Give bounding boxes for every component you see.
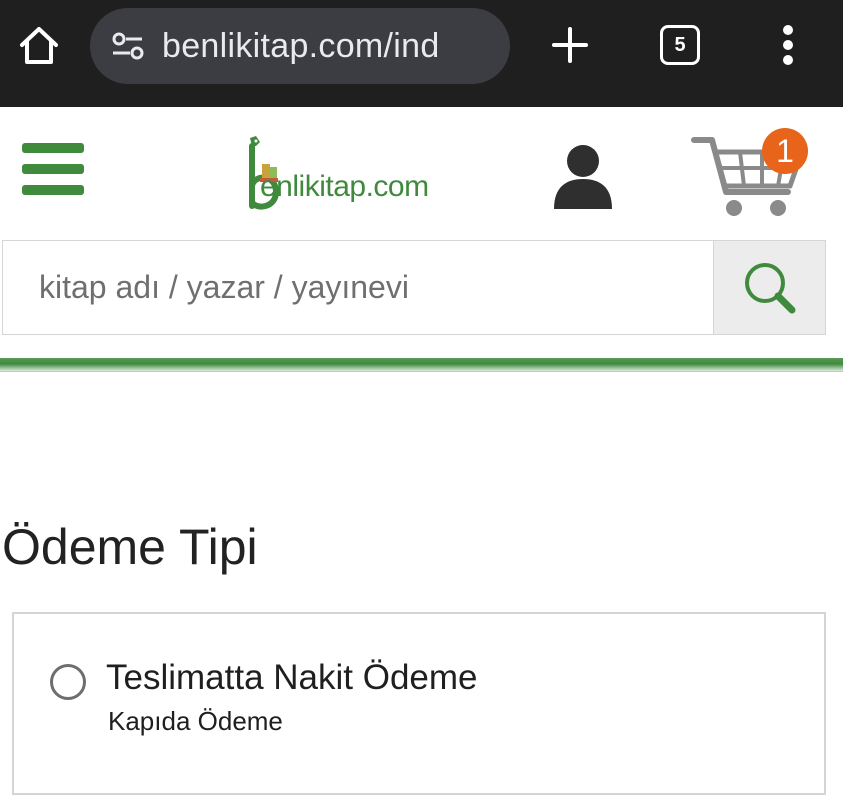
more-vert-icon (783, 25, 793, 65)
search-button[interactable] (713, 241, 825, 334)
user-icon (554, 145, 612, 209)
hamburger-icon-bar (22, 143, 84, 153)
browser-toolbar: benlikitap.com/ind 5 (0, 0, 843, 107)
home-icon (20, 27, 58, 64)
cart-count-badge: 1 (762, 128, 808, 174)
logo-text: enlikitap.com (260, 170, 429, 203)
payment-option-card[interactable]: Teslimatta Nakit Ödeme Kapıda Ödeme (12, 612, 826, 795)
hamburger-icon-bar (22, 185, 84, 195)
browser-menu-button[interactable] (768, 20, 808, 70)
new-tab-button[interactable] (545, 20, 595, 70)
search-input[interactable] (3, 241, 713, 334)
address-bar[interactable]: benlikitap.com/ind (90, 8, 510, 84)
account-button[interactable] (552, 143, 614, 209)
hamburger-icon-bar (22, 164, 84, 174)
payment-option-subtitle: Kapıda Ödeme (108, 706, 283, 736)
plus-icon (552, 27, 588, 63)
header-divider (0, 358, 843, 372)
home-button[interactable] (14, 20, 64, 70)
search-icon (744, 262, 795, 313)
payment-option-title[interactable]: Teslimatta Nakit Ödeme (106, 658, 478, 698)
tab-switcher-button[interactable]: 5 (660, 25, 700, 65)
page-title: Ödeme Tipi (2, 519, 258, 575)
menu-button[interactable] (22, 143, 84, 195)
search-bar (2, 240, 826, 335)
site-settings-icon[interactable] (108, 26, 148, 66)
payment-option-radio[interactable] (50, 664, 86, 700)
url-text[interactable]: benlikitap.com/ind (162, 27, 502, 66)
site-logo[interactable]: enlikitap.com (238, 134, 478, 214)
